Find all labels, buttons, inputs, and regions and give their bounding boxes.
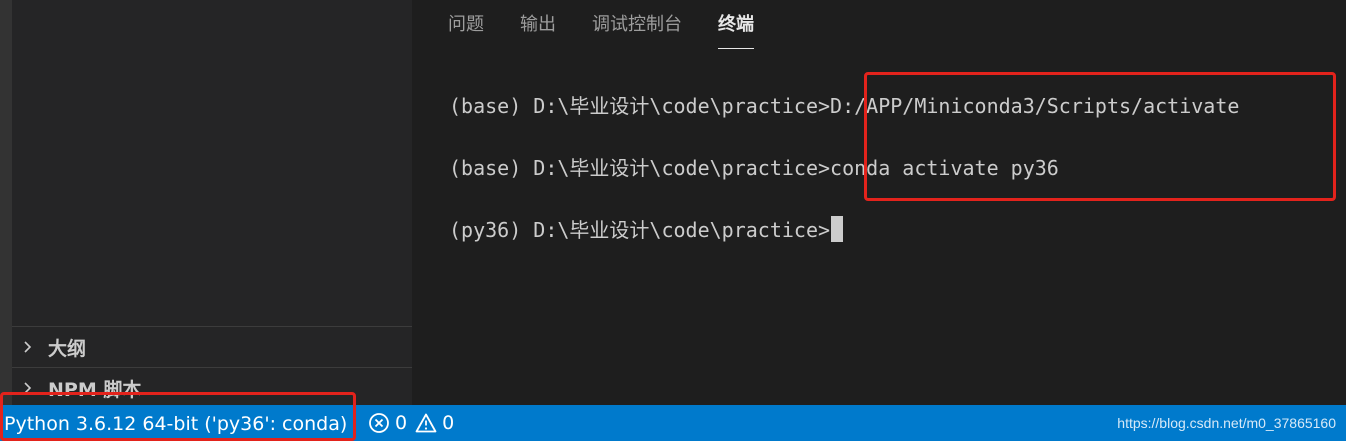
problems-indicator[interactable]: 0 0 [368,405,462,441]
tab-terminal[interactable]: 终端 [718,0,754,50]
terminal-command: D:/APP/Miniconda3/Scripts/activate [830,94,1240,118]
warning-triangle-icon [415,413,437,433]
vscode-window: 大纲 NPM 脚本 问题 输出 调试控制台 终端 (base) D:\毕业设计\… [0,0,1346,441]
python-interpreter-selector[interactable]: Python 3.6.12 64-bit ('py36': conda) [4,405,347,441]
chevron-right-icon [24,341,32,353]
terminal-prompt: (py36) D:\毕业设计\code\practice> [449,218,831,242]
sidebar-section-label: 大纲 [48,337,87,360]
terminal-line: (base) D:\毕业设计\code\practice>D:/APP/Mini… [449,88,1239,150]
watermark-url: https://blog.csdn.net/m0_37865160 [1117,415,1336,431]
terminal-output[interactable]: (base) D:\毕业设计\code\practice>D:/APP/Mini… [449,88,1239,274]
terminal-line: (py36) D:\毕业设计\code\practice> [449,212,1239,274]
sidebar-section-label: NPM 脚本 [48,378,142,401]
terminal-cursor [831,216,844,242]
chevron-right-icon [24,382,32,394]
sidebar-section-npm-scripts[interactable]: NPM 脚本 [12,367,412,405]
terminal-command: conda activate py36 [830,156,1059,180]
sidebar: 大纲 NPM 脚本 [12,0,412,405]
panel-tabs: 问题 输出 调试控制台 终端 [448,0,790,50]
error-count: 0 [395,412,408,434]
sidebar-section-outline[interactable]: 大纲 [12,326,412,367]
tab-output[interactable]: 输出 [520,0,556,50]
activity-bar [0,0,12,405]
tab-problems[interactable]: 问题 [448,0,484,50]
terminal-prompt: (base) D:\毕业设计\code\practice> [449,156,831,180]
terminal-prompt: (base) D:\毕业设计\code\practice> [449,94,831,118]
error-circle-icon [369,413,389,433]
warning-count: 0 [442,412,455,434]
bottom-panel: 问题 输出 调试控制台 终端 (base) D:\毕业设计\code\pract… [412,0,1346,405]
tab-debug-console[interactable]: 调试控制台 [592,0,682,50]
status-bar: Python 3.6.12 64-bit ('py36': conda) 0 0… [0,405,1346,441]
terminal-line: (base) D:\毕业设计\code\practice>conda activ… [449,150,1239,212]
